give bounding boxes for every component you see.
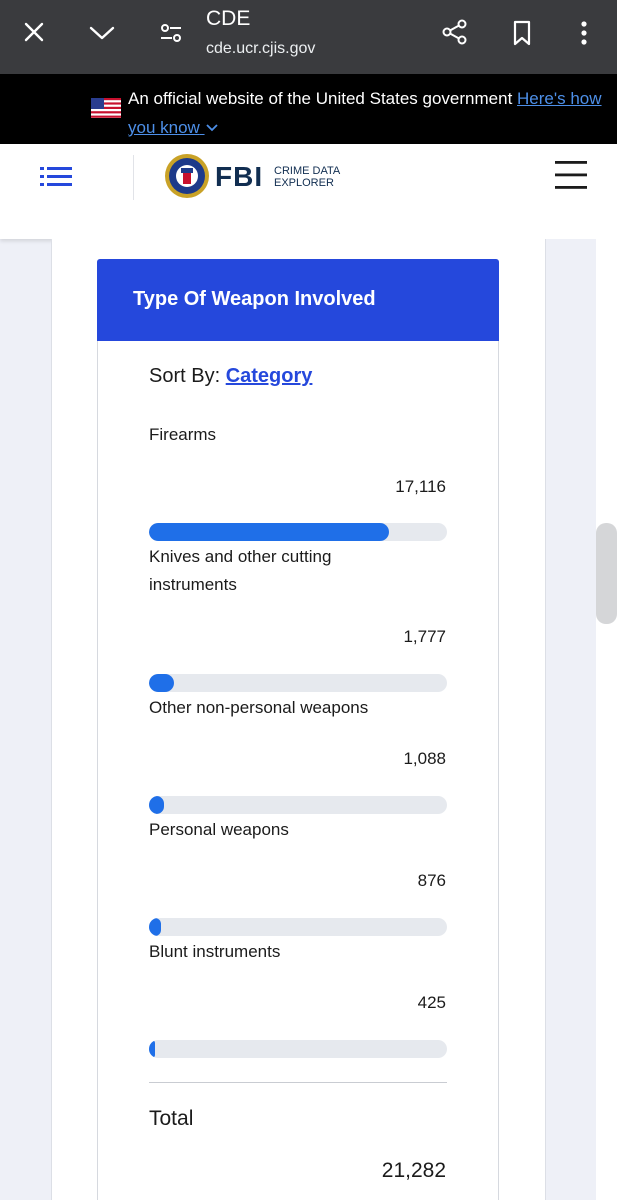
page-gutter [546, 239, 596, 1200]
chevron-down-icon[interactable] [88, 20, 116, 46]
weapon-label-other-non-personal: Other non-personal weapons [149, 698, 369, 717]
crime-data-explorer-text[interactable]: CRIME DATA EXPLORER [274, 165, 340, 189]
site-url[interactable]: cde.ucr.cjis.gov [206, 40, 315, 58]
share-icon[interactable] [440, 17, 470, 47]
browser-toolbar: CDE cde.ucr.cjis.gov [0, 0, 617, 74]
bookmark-icon[interactable] [509, 18, 535, 48]
weapon-value-personal: 876 [417, 871, 446, 890]
gov-banner-message: An official website of the United States… [128, 89, 513, 108]
weapon-value-blunt: 425 [417, 993, 446, 1012]
weapon-label-firearms: Firearms [149, 425, 217, 444]
gov-banner-text: An official website of the United States… [128, 84, 608, 142]
site-title: CDE [206, 7, 251, 30]
weapon-value-knives: 1,777 [403, 627, 446, 646]
scrollbar-track[interactable] [596, 239, 617, 1200]
weapon-bar-blunt [149, 1040, 447, 1058]
sort-by-label: Sort By: [149, 365, 221, 387]
weapon-bar-personal [149, 918, 447, 936]
us-flag-icon [91, 98, 121, 118]
weapon-bar-knives [149, 674, 447, 692]
weapon-label-knives: Knives and other cutting instruments [149, 547, 332, 594]
header-divider [133, 155, 134, 200]
scrollbar-thumb[interactable] [596, 523, 617, 624]
weapon-bar-fill [149, 674, 174, 692]
weapon-label-personal: Personal weapons [149, 820, 289, 839]
weapon-card [97, 259, 499, 1200]
menu-icon[interactable] [40, 165, 72, 189]
weapon-bar-firearms [149, 523, 447, 541]
fbi-logo-text[interactable]: FBI [215, 161, 263, 193]
fbi-seal-icon[interactable] [164, 153, 210, 199]
total-label: Total [149, 1107, 194, 1130]
site-header [0, 144, 617, 239]
weapon-label-blunt: Blunt instruments [149, 942, 281, 961]
chevron-down-icon [205, 124, 218, 132]
sort-by-row: Sort By: Category [149, 365, 312, 388]
total-divider [149, 1082, 447, 1083]
weapon-bar-fill [149, 523, 389, 541]
close-icon[interactable] [20, 18, 48, 46]
total-value: 21,282 [381, 1159, 446, 1182]
weapon-value-other-non-personal: 1,088 [403, 749, 446, 768]
weapon-card-title: Type Of Weapon Involved [133, 288, 376, 310]
weapon-bar-other-non-personal [149, 796, 447, 814]
hamburger-menu-icon[interactable] [554, 158, 588, 192]
site-settings-icon[interactable] [158, 20, 184, 46]
weapon-value-firearms: 17,116 [395, 477, 446, 496]
weapon-bar-fill [149, 796, 165, 814]
weapon-bar-fill [149, 918, 162, 936]
sort-category-link[interactable]: Category [226, 365, 313, 387]
more-options-icon[interactable] [572, 18, 596, 48]
